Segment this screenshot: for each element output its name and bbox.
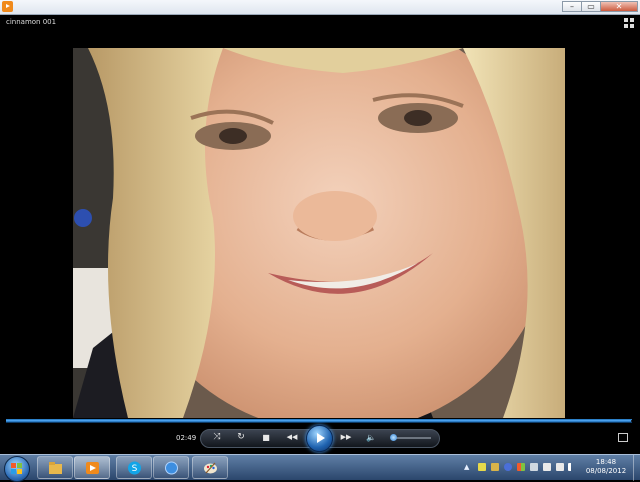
seek-bar[interactable] (6, 419, 632, 423)
signal-strength-icon[interactable] (568, 463, 576, 471)
next-button[interactable]: ▶▶ (335, 432, 357, 443)
repeat-button[interactable]: ↻ (234, 432, 248, 443)
media-player-icon (86, 462, 99, 474)
paint-icon (204, 462, 217, 474)
volume-slider-knob[interactable] (390, 434, 397, 441)
elapsed-time: 02:49 (176, 434, 197, 442)
window-titlebar: – ▭ ✕ (0, 0, 640, 15)
taskbar-browser[interactable] (153, 456, 189, 479)
volume-slider[interactable] (391, 437, 431, 439)
bluetooth-icon[interactable] (504, 463, 512, 471)
action-center-flag-icon[interactable] (543, 463, 551, 471)
seek-bar-progress (6, 420, 632, 422)
device-icon[interactable] (530, 463, 538, 471)
window-controls: – ▭ ✕ (562, 1, 638, 12)
taskbar-skype[interactable]: S (116, 456, 152, 479)
media-player-app-icon[interactable] (2, 1, 13, 12)
close-button[interactable]: ✕ (600, 1, 638, 12)
stop-button[interactable]: ■ (259, 432, 273, 443)
svg-text:S: S (132, 464, 138, 474)
minimize-button[interactable]: – (562, 1, 581, 12)
clock-time: 18:48 (595, 458, 617, 466)
tray-app-icon[interactable] (478, 463, 486, 471)
start-button[interactable] (4, 456, 30, 482)
shuffle-button[interactable]: ⤨ (210, 432, 224, 443)
taskbar-paint[interactable] (192, 456, 228, 479)
mute-button[interactable]: 🔈 (364, 432, 378, 443)
shield-icon[interactable] (491, 463, 499, 471)
windows-update-icon[interactable] (517, 463, 525, 471)
taskbar-explorer[interactable] (37, 456, 73, 479)
video-frame[interactable] (73, 48, 565, 418)
folder-icon (49, 462, 62, 474)
taskbar: S ▲ 18:48 08/08/2012 (0, 454, 640, 482)
switch-to-library-icon[interactable] (624, 18, 634, 28)
show-desktop-button[interactable] (633, 455, 640, 481)
clock-date: 08/08/2012 (585, 467, 627, 475)
taskbar-clock[interactable]: 18:48 08/08/2012 (582, 458, 630, 476)
browser-icon (165, 461, 178, 475)
video-title: cinnamon 001 (6, 18, 57, 26)
taskbar-media-player[interactable] (74, 456, 110, 479)
play-button[interactable] (306, 425, 333, 452)
show-hidden-icons-arrow[interactable]: ▲ (464, 463, 469, 471)
network-icon[interactable] (556, 463, 564, 471)
maximize-button[interactable]: ▭ (581, 1, 600, 12)
fullscreen-button[interactable] (618, 433, 628, 442)
video-image (73, 48, 565, 418)
previous-button[interactable]: ◀◀ (281, 432, 303, 443)
skype-icon: S (128, 461, 141, 475)
